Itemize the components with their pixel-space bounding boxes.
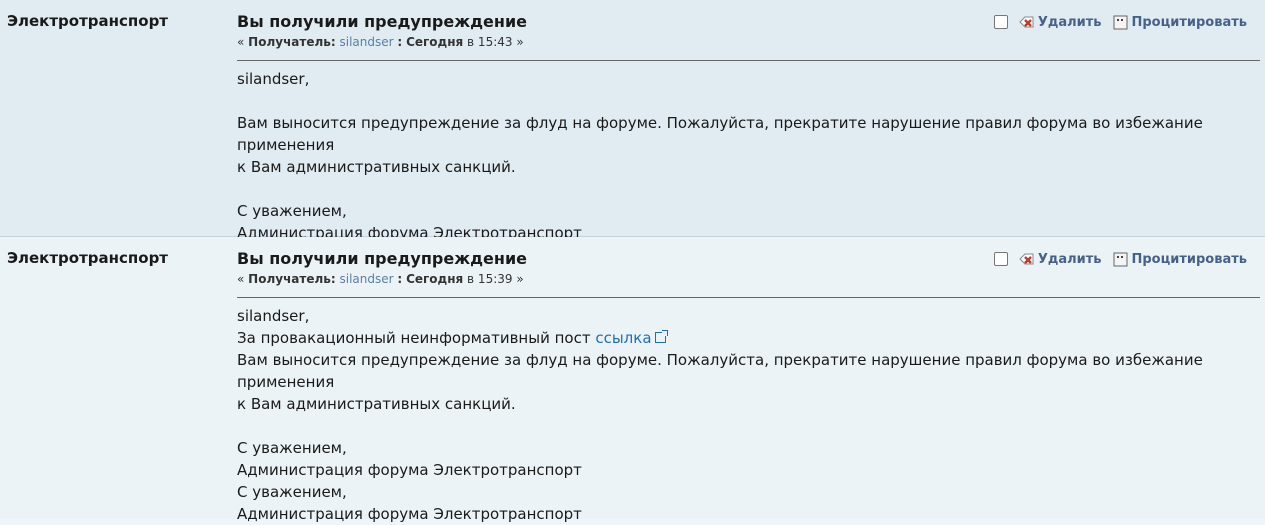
post-link[interactable]: ссылка [595, 329, 668, 347]
message-body: silandser, Вам выносится предупреждение … [237, 68, 1260, 244]
body-line-with-link: За провакационный неинформативный пост с… [237, 327, 1260, 349]
header-divider [237, 60, 1260, 61]
recipient-link[interactable]: silandser [340, 35, 394, 49]
body-line: к Вам административных санкций. [237, 395, 516, 413]
body-line: Вам выносится предупреждение за флуд на … [237, 114, 1203, 154]
select-checkbox[interactable] [993, 252, 1008, 266]
body-line [237, 178, 1260, 200]
meta-sep: : [397, 35, 403, 49]
body-line [237, 90, 1260, 112]
meta-prefix: « [237, 272, 245, 286]
message-meta: « Получатель: silandser : Сегодня в 15:4… [237, 34, 1260, 50]
body-line: silandser, [237, 70, 310, 88]
body-line: С уважением, [237, 439, 347, 457]
quote-label: Процитировать [1131, 251, 1248, 267]
delete-button[interactable]: Удалить [1018, 250, 1102, 268]
quote-button[interactable]: Процитировать [1112, 250, 1248, 268]
quote-icon [1113, 15, 1127, 30]
delete-button[interactable]: Удалить [1018, 13, 1102, 31]
body-line: Администрация форума Электротранспорт [237, 505, 582, 523]
message-meta: « Получатель: silandser : Сегодня в 15:3… [237, 271, 1260, 287]
header-divider [237, 297, 1260, 298]
pm-message: Электротранспорт Вы получили предупрежде… [0, 237, 1265, 523]
meta-suffix: » [516, 35, 524, 49]
meta-time: в 15:39 [467, 272, 513, 286]
message-body: silandser, За провакационный неинформати… [237, 305, 1260, 525]
delete-label: Удалить [1037, 251, 1102, 267]
quote-icon [1113, 252, 1127, 267]
body-line: С уважением, [237, 483, 347, 501]
meta-date: Сегодня [406, 35, 464, 49]
recipient-link[interactable]: silandser [340, 272, 394, 286]
meta-prefix: « [237, 35, 245, 49]
body-line: silandser, [237, 307, 310, 325]
delete-label: Удалить [1037, 14, 1102, 30]
quote-label: Процитировать [1131, 14, 1248, 30]
select-checkbox[interactable] [993, 15, 1008, 29]
body-line: к Вам административных санкций. [237, 158, 516, 176]
meta-time: в 15:43 [467, 35, 513, 49]
meta-suffix: » [516, 272, 524, 286]
pm-message: Электротранспорт Вы получили предупрежде… [0, 0, 1265, 242]
external-link-icon [654, 330, 668, 343]
quote-button[interactable]: Процитировать [1112, 13, 1248, 31]
meta-sep: : [397, 272, 403, 286]
delete-icon [1019, 16, 1034, 28]
body-text: За провакационный неинформативный пост [237, 329, 591, 347]
body-line: Вам выносится предупреждение за флуд на … [237, 351, 1203, 391]
body-line [237, 415, 1260, 437]
body-line: Администрация форума Электротранспорт [237, 461, 582, 479]
recipient-label: Получатель: [248, 35, 336, 49]
meta-date: Сегодня [406, 272, 464, 286]
body-line: С уважением, [237, 202, 347, 220]
message-author[interactable]: Электротранспорт [7, 12, 168, 30]
message-author[interactable]: Электротранспорт [7, 249, 168, 267]
delete-icon [1019, 253, 1034, 265]
message-actions: Удалить Процитировать [993, 13, 1248, 31]
recipient-label: Получатель: [248, 272, 336, 286]
post-link-label: ссылка [595, 329, 652, 347]
message-actions: Удалить Процитировать [993, 250, 1248, 268]
